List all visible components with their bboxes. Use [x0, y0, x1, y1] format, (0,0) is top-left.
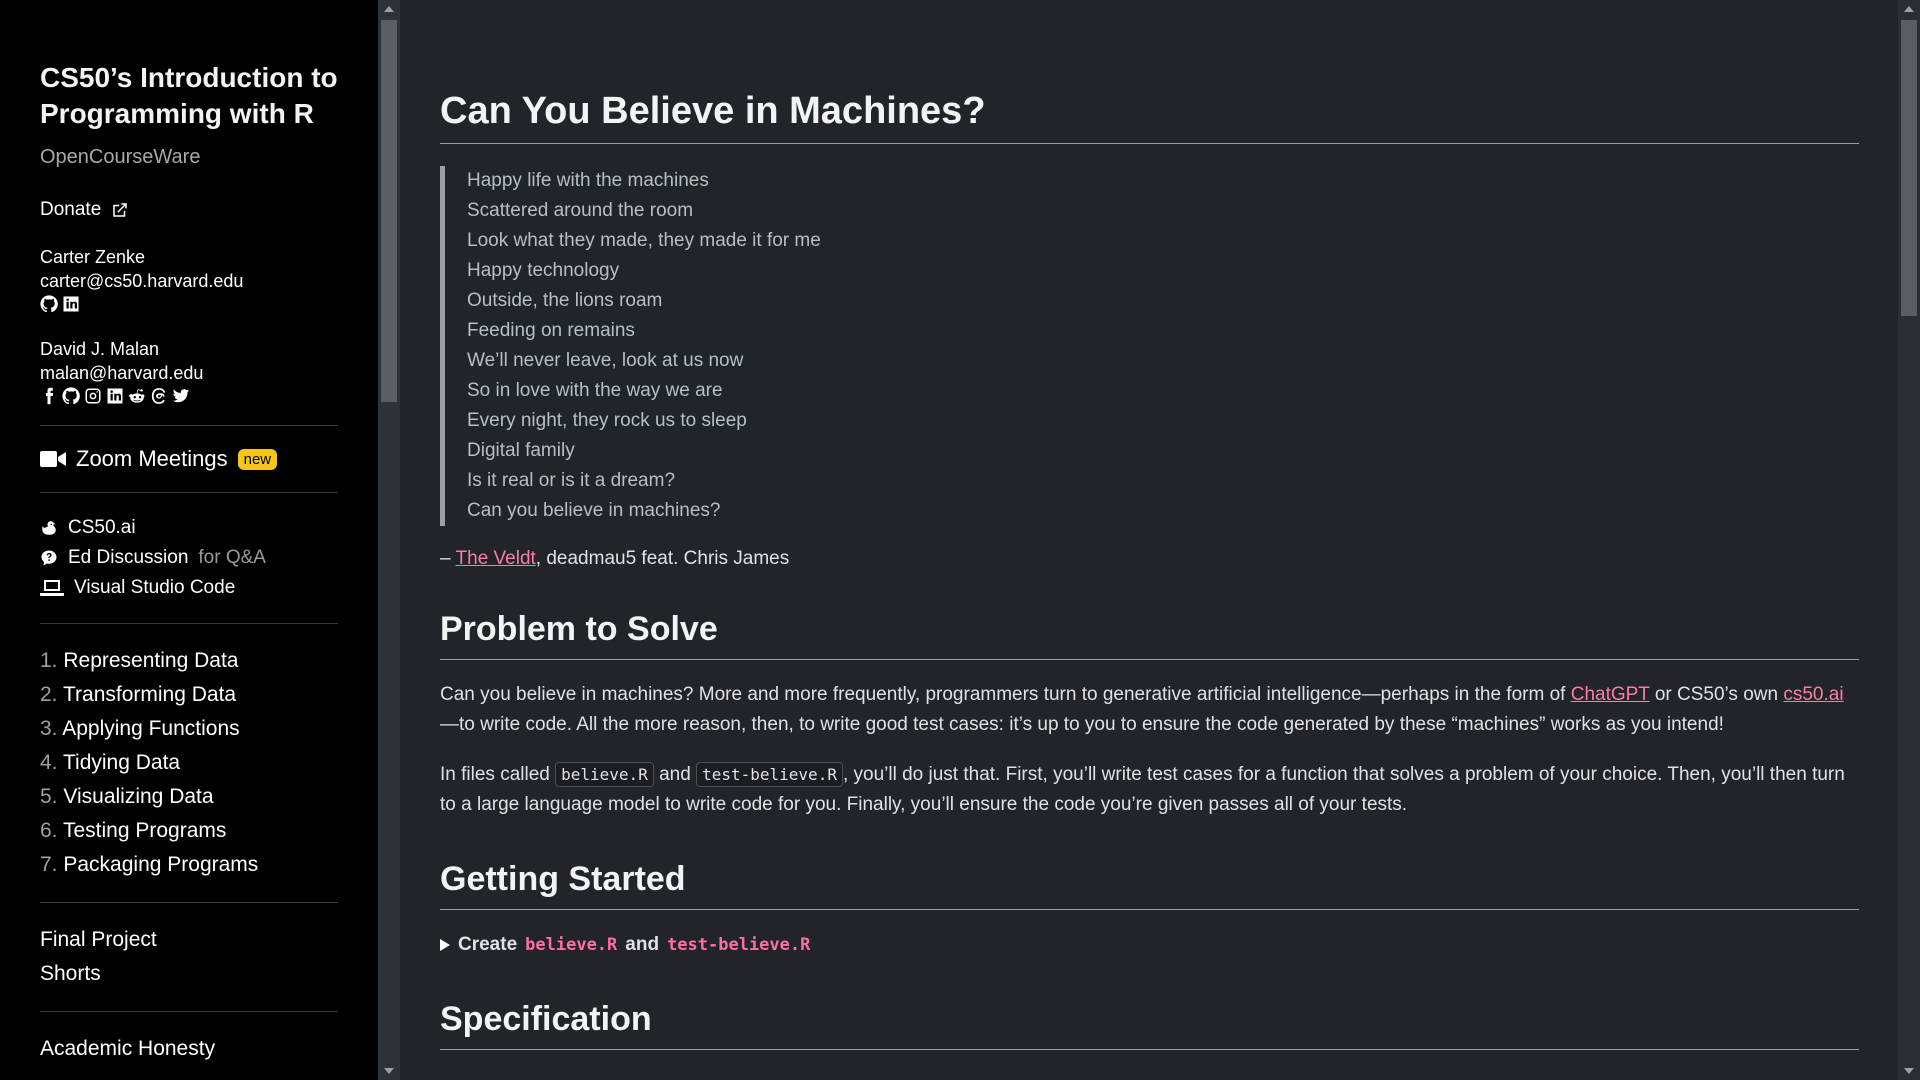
week-item[interactable]: 2. Transforming Data [40, 678, 338, 712]
scroll-down-arrow-icon[interactable] [384, 1068, 394, 1074]
sidebar-divider [40, 425, 338, 426]
tool-label: Ed Discussion [68, 547, 189, 568]
filename-code: believe.R [525, 935, 618, 955]
tool-vscode[interactable]: Visual Studio Code [40, 573, 338, 603]
week-item[interactable]: 4. Tidying Data [40, 746, 338, 780]
github-icon[interactable] [40, 295, 58, 313]
main-content: Can You Believe in Machines? Happy life … [400, 0, 1898, 1080]
person-name: Carter Zenke [40, 247, 146, 267]
reddit-icon[interactable] [128, 387, 146, 405]
scroll-up-arrow-icon[interactable] [1904, 6, 1914, 12]
facebook-icon[interactable] [40, 387, 58, 405]
scroll-down-arrow-icon[interactable] [1904, 1068, 1914, 1074]
lyric-line: Outside, the lions roam [467, 290, 663, 311]
page-title: Can You Believe in Machines? [440, 90, 1859, 144]
course-title[interactable]: CS50’s Introduction to Programming with … [40, 60, 338, 132]
instagram-icon[interactable] [84, 387, 102, 405]
donate-link[interactable]: Donate [40, 199, 338, 221]
sidebar-divider [40, 1011, 338, 1012]
sidebar: CS50’s Introduction to Programming with … [0, 0, 378, 1080]
tool-ed-discussion[interactable]: Ed Discussion for Q&A [40, 543, 338, 573]
filename-code: test-believe.R [696, 762, 843, 787]
person-name: David J. Malan [40, 339, 160, 359]
person-email[interactable]: malan@harvard.edu [40, 361, 338, 385]
lyrics-quote: Happy life with the machines Scattered a… [440, 166, 1859, 526]
lyric-line: Digital family [467, 440, 575, 461]
lyric-line: Scattered around the room [467, 200, 694, 221]
tool-label: Visual Studio Code [74, 577, 236, 598]
zoom-meetings-link[interactable]: Zoom Meetings new [40, 446, 338, 472]
lyric-line: Look what they made, they made it for me [467, 230, 821, 251]
create-files-disclosure[interactable]: Create believe.R and test-believe.R [440, 934, 1859, 956]
week-item[interactable]: 3. Applying Functions [40, 712, 338, 746]
lyric-line: Can you believe in machines? [467, 500, 721, 521]
question-bubble-icon [40, 549, 58, 567]
instructor-carter: Carter Zenke carter@cs50.harvard.edu [40, 245, 338, 313]
section-heading-getting-started: Getting Started [440, 860, 1859, 910]
cs50-ai-link[interactable]: cs50.ai [1783, 684, 1843, 705]
threads-icon[interactable] [150, 387, 168, 405]
filename-code: test-believe.R [667, 935, 811, 955]
github-icon[interactable] [62, 387, 80, 405]
disclosure-triangle-icon [440, 939, 450, 951]
lyric-line: Is it real or is it a dream? [467, 470, 676, 491]
problem-paragraph-1: Can you believe in machines? More and mo… [440, 684, 1844, 735]
scrollbar-thumb[interactable] [1901, 20, 1917, 316]
twitter-icon[interactable] [172, 387, 190, 405]
sidebar-divider [40, 623, 338, 624]
lyric-line: We’ll never leave, look at us now [467, 350, 744, 371]
problem-paragraph-2: In files called believe.R and test-belie… [440, 762, 1845, 815]
linkedin-icon[interactable] [62, 295, 80, 313]
lyric-line: Happy technology [467, 260, 620, 281]
sidebar-divider [40, 902, 338, 903]
song-link[interactable]: The Veldt [456, 548, 536, 569]
academic-honesty-link[interactable]: Academic Honesty [40, 1032, 338, 1066]
lyric-line: So in love with the way we are [467, 380, 723, 401]
new-badge: new [237, 448, 278, 470]
scrollbar-thumb[interactable] [381, 20, 397, 402]
week-item[interactable]: 6. Testing Programs [40, 814, 338, 848]
linkedin-icon[interactable] [106, 387, 124, 405]
instructor-david: David J. Malan malan@harvard.edu [40, 337, 338, 405]
week-item[interactable]: 5. Visualizing Data [40, 780, 338, 814]
course-subtitle: OpenCourseWare [40, 146, 201, 168]
tool-cs50-ai[interactable]: CS50.ai [40, 513, 338, 543]
zoom-meetings-label: Zoom Meetings [76, 446, 228, 471]
scroll-up-arrow-icon[interactable] [384, 6, 394, 12]
filename-code: believe.R [555, 762, 654, 787]
final-project-link[interactable]: Final Project [40, 923, 338, 957]
person-email[interactable]: carter@cs50.harvard.edu [40, 269, 338, 293]
week-item[interactable]: 1. Representing Data [40, 644, 338, 678]
sidebar-divider [40, 492, 338, 493]
laptop-icon [40, 579, 64, 597]
donate-label: Donate [40, 199, 102, 220]
lyric-line: Happy life with the machines [467, 170, 709, 191]
tool-extra: for Q&A [198, 547, 266, 568]
weeks-list: 1. Representing Data 2. Transforming Dat… [40, 644, 338, 882]
chatgpt-link[interactable]: ChatGPT [1571, 684, 1650, 705]
section-heading-problem: Problem to Solve [440, 610, 1859, 660]
song-attribution: – The Veldt, deadmau5 feat. Chris James [440, 548, 790, 569]
section-heading-specification: Specification [440, 1000, 1859, 1050]
lyric-line: Every night, they rock us to sleep [467, 410, 747, 431]
external-link-icon [111, 201, 129, 219]
tool-label: CS50.ai [68, 517, 136, 538]
video-camera-icon [40, 450, 66, 468]
lyric-line: Feeding on remains [467, 320, 635, 341]
duck-icon [40, 519, 58, 537]
main-scrollbar[interactable] [1898, 0, 1920, 1080]
week-item[interactable]: 7. Packaging Programs [40, 848, 338, 882]
sidebar-scrollbar[interactable] [378, 0, 400, 1080]
shorts-link[interactable]: Shorts [40, 957, 338, 991]
